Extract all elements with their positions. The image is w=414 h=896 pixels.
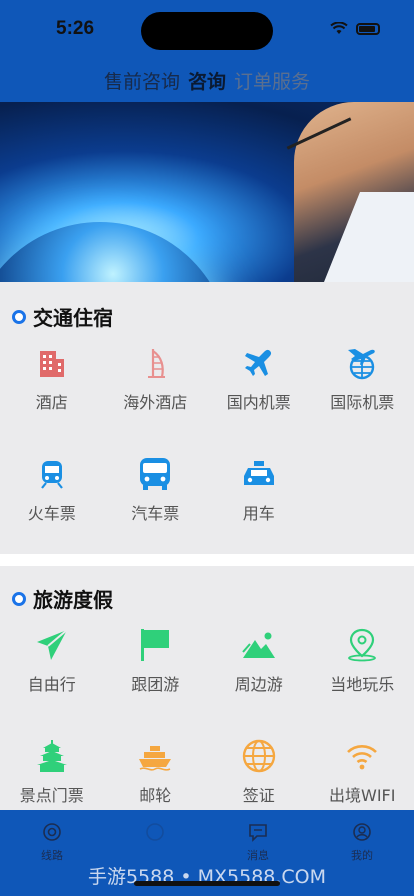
section-title-text: 交通住宿 bbox=[33, 306, 113, 330]
airplane-icon bbox=[242, 346, 276, 380]
section-vacation: 旅游度假 自由行 跟团游 周边游 当地玩乐 景点门票 邮轮 签证 出境WIFI bbox=[0, 566, 414, 810]
section-transport: 交通住宿 酒店 海外酒店 国内机票 国际机票 火车票 汽车票 用车 bbox=[0, 284, 414, 554]
paper-plane-icon bbox=[35, 628, 69, 662]
globe-airplane-icon bbox=[345, 346, 379, 380]
globe-graphic bbox=[0, 222, 230, 282]
section-dot-icon bbox=[12, 309, 26, 324]
tab-consult-bottom[interactable] bbox=[125, 822, 185, 847]
grid-item-label: 当地玩乐 bbox=[330, 675, 395, 694]
grid-item-free-travel[interactable]: 自由行 bbox=[0, 628, 104, 695]
battery-icon bbox=[356, 22, 380, 35]
grid-item-label: 邮轮 bbox=[139, 786, 172, 805]
grid-item-label: 酒店 bbox=[35, 393, 68, 412]
location-pin-icon bbox=[345, 628, 379, 662]
grid-item-label: 火车票 bbox=[27, 504, 76, 523]
grid-item-domestic-flight[interactable]: 国内机票 bbox=[207, 346, 311, 413]
grid-item-tickets[interactable]: 景点门票 bbox=[0, 739, 104, 806]
grid-item-group-tour[interactable]: 跟团游 bbox=[104, 628, 208, 695]
globe-icon bbox=[242, 739, 276, 773]
search-icon bbox=[43, 823, 61, 841]
section-dot-icon bbox=[12, 591, 26, 606]
tab-label: 我的 bbox=[351, 849, 373, 862]
chat-icon bbox=[146, 823, 164, 841]
tab-label: 消息 bbox=[247, 849, 269, 862]
grid-item-label: 用车 bbox=[242, 504, 275, 523]
grid-item-overseas-hotel[interactable]: 海外酒店 bbox=[104, 346, 208, 413]
tab-messages[interactable]: 消息 bbox=[228, 822, 288, 863]
banner-image[interactable] bbox=[0, 102, 414, 282]
train-icon bbox=[35, 457, 69, 491]
grid-item-local-fun[interactable]: 当地玩乐 bbox=[311, 628, 414, 695]
cruise-ship-icon bbox=[138, 739, 172, 773]
section-divider bbox=[0, 554, 414, 566]
tab-order-service[interactable]: 订单服务 bbox=[234, 67, 310, 94]
grid-item-hotel[interactable]: 酒店 bbox=[0, 346, 104, 413]
grid-item-intl-flight[interactable]: 国际机票 bbox=[311, 346, 414, 413]
grid-item-label: 跟团游 bbox=[131, 675, 180, 694]
user-icon bbox=[353, 823, 371, 841]
grid-item-label: 海外酒店 bbox=[123, 393, 188, 412]
burj-tower-icon bbox=[138, 346, 172, 380]
mountain-icon bbox=[241, 628, 276, 662]
grid-item-label: 汽车票 bbox=[131, 504, 180, 523]
grid-item-label: 国内机票 bbox=[226, 393, 291, 412]
home-indicator bbox=[134, 881, 280, 886]
status-icons bbox=[330, 22, 380, 35]
temple-icon bbox=[35, 739, 69, 773]
grid-item-label: 周边游 bbox=[234, 675, 283, 694]
hotel-building-icon bbox=[35, 346, 69, 380]
tab-routes[interactable]: 线路 bbox=[22, 822, 82, 863]
tab-presale[interactable]: 售前咨询 bbox=[104, 67, 180, 94]
transport-grid: 酒店 海外酒店 国内机票 国际机票 火车票 汽车票 用车 bbox=[0, 346, 414, 524]
vacation-grid: 自由行 跟团游 周边游 当地玩乐 景点门票 邮轮 签证 出境WIFI bbox=[0, 628, 414, 806]
section-title: 旅游度假 bbox=[12, 584, 113, 613]
tab-mine[interactable]: 我的 bbox=[332, 822, 392, 863]
grid-item-label: 景点门票 bbox=[19, 786, 84, 805]
grid-item-label: 出境WIFI bbox=[329, 786, 396, 805]
grid-item-bus[interactable]: 汽车票 bbox=[104, 457, 208, 524]
grid-item-label: 签证 bbox=[242, 786, 275, 805]
grid-item-label: 自由行 bbox=[27, 675, 76, 694]
status-time: 5:26 bbox=[56, 18, 95, 39]
grid-item-wifi[interactable]: 出境WIFI bbox=[311, 739, 414, 806]
taxi-icon bbox=[242, 457, 276, 491]
status-bar: 5:26 bbox=[0, 0, 414, 58]
tab-consult[interactable]: 咨询 bbox=[188, 67, 226, 94]
tab-label: 线路 bbox=[41, 849, 63, 862]
grid-item-cruise[interactable]: 邮轮 bbox=[104, 739, 208, 806]
grid-item-car[interactable]: 用车 bbox=[207, 457, 311, 524]
grid-item-nearby-tour[interactable]: 周边游 bbox=[207, 628, 311, 695]
dynamic-island bbox=[141, 12, 273, 50]
grid-item-train[interactable]: 火车票 bbox=[0, 457, 104, 524]
section-title-text: 旅游度假 bbox=[33, 588, 113, 612]
message-icon bbox=[249, 824, 267, 842]
header-tabs: 售前咨询 咨询 订单服务 bbox=[0, 58, 414, 102]
grid-item-visa[interactable]: 签证 bbox=[207, 739, 311, 806]
wifi-icon bbox=[345, 739, 379, 773]
flag-icon bbox=[138, 628, 172, 662]
section-title: 交通住宿 bbox=[12, 302, 113, 331]
bus-icon bbox=[138, 457, 172, 491]
grid-item-label: 国际机票 bbox=[330, 393, 395, 412]
wifi-status-icon bbox=[330, 22, 348, 34]
